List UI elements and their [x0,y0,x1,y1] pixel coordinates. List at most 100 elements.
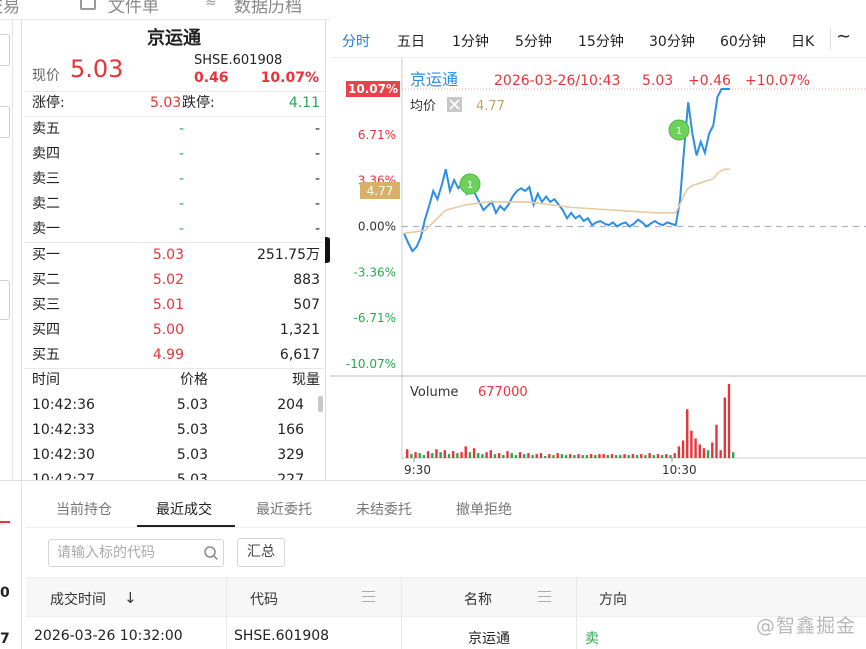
trade-name: 京运通 [468,631,510,647]
search-input[interactable] [48,539,224,567]
col-side[interactable]: 方向 [599,589,627,609]
ticks-header-vol: 现量 [292,372,320,388]
bid-price: 5.03 [152,247,184,263]
volume-bar [422,455,426,458]
bid-row[interactable]: 买二 5.02 883 [32,268,320,293]
bid-price: 5.00 [152,322,184,338]
volume-bar [652,455,655,458]
volume-bar [698,444,701,458]
left-panel-control[interactable] [0,106,10,138]
top-nav-item[interactable]: 文件单 [108,0,159,17]
tab-orders[interactable]: 最近委托 [256,499,312,519]
current-price: 5.03 [70,55,124,83]
left-panel-control[interactable] [0,280,10,320]
tab-orders[interactable]: 最近成交 [156,499,212,519]
volume-bar [552,455,555,458]
trades-table-header: 成交时间 ↓ 代码 名称 方向 [26,577,866,618]
tick-scrollbar[interactable] [318,396,323,412]
bid-label: 买三 [32,297,60,313]
ask-label: 卖五 [32,121,60,137]
search-icon[interactable] [203,545,219,561]
signal-badge-label: 1 [467,180,473,191]
ask-row[interactable]: 卖一 - - [32,217,320,242]
y-tick-label: 6.71% [358,128,396,142]
ask-label: 卖四 [32,146,60,162]
tab-period[interactable]: 30分钟 [649,31,695,51]
column-menu-icon[interactable] [538,591,551,604]
tick-price: 5.03 [176,422,208,438]
y-tick-label: 0.00% [358,220,396,234]
tick-row: 10:42:30 5.03 329 [32,443,304,468]
volume-bar [410,454,413,458]
trade-code: SHSE.601908 [234,628,330,644]
ask-volume: - [314,221,320,237]
ask-price: - [178,221,184,237]
ask-volume: - [314,196,320,212]
volume-bar [635,455,639,458]
more-indicators-icon[interactable]: ∼ [836,26,851,47]
volume-bar [715,424,718,458]
avg-label: 均价 [410,99,436,114]
bid-row[interactable]: 买四 5.00 1,321 [32,318,320,343]
ask-label: 卖三 [32,171,60,187]
volume-bar [623,454,626,458]
volume-bar [539,453,543,458]
volume-bar [560,454,564,458]
ask-row[interactable]: 卖三 - - [32,167,320,192]
intraday-chart: 10.07%6.71%3.36%0.00%-3.36%-6.71%-10.07%… [330,58,866,477]
volume-bar [564,455,568,458]
bid-row[interactable]: 买一 5.03 251.75万 [32,243,320,268]
table-row[interactable]: 2026-03-26 10:32:00 SHSE.601908 京运通 卖 [26,618,866,649]
chart-datetime: 2026-03-26/10:43 [494,73,620,89]
top-nav-item[interactable]: 数据历档 [234,0,302,17]
ask-row[interactable]: 卖五 - - [32,117,320,142]
ask-row[interactable]: 卖二 - - [32,192,320,217]
volume-bar [677,446,681,458]
tab-period[interactable]: 5分钟 [515,31,552,51]
volume-bar [535,454,538,458]
volume-label: Volume [410,385,458,400]
volume-bar [426,451,430,458]
volume-bar [594,455,597,458]
tick-row: 10:42:33 5.03 166 [32,418,304,443]
tick-price: 5.03 [176,447,208,463]
volume-bar [648,453,651,458]
tab-period[interactable]: 1分钟 [452,31,489,51]
bid-volume: 1,321 [279,322,320,338]
ask-row[interactable]: 卖四 - - [32,142,320,167]
trade-side: 卖 [585,631,599,647]
tab-period[interactable]: 15分钟 [578,31,624,51]
tab-orders[interactable]: 未结委托 [356,499,412,519]
col-code[interactable]: 代码 [250,589,278,609]
tab-orders[interactable]: 撤单拒绝 [456,499,512,519]
tab-period[interactable]: 分时 [342,31,370,51]
x-tick-label: 9:30 [404,463,431,477]
document-icon [80,0,96,10]
bid-row[interactable]: 买五 4.99 6,617 [32,343,320,368]
tab-orders[interactable]: 当前持仓 [56,499,112,519]
volume-bar [702,448,706,458]
volume-bar [447,454,451,458]
tab-period[interactable]: 五日 [397,31,425,51]
tick-volume: 329 [277,447,304,463]
column-menu-icon[interactable] [362,591,375,604]
volume-bar [497,453,501,458]
summary-button[interactable]: 汇总 [237,538,285,567]
top-nav-item[interactable]: 交易 [0,0,20,17]
sort-desc-icon[interactable]: ↓ [124,589,137,607]
col-name[interactable]: 名称 [464,589,492,609]
limit-up-value: 5.03 [150,95,182,111]
tab-period[interactable]: 60分钟 [720,31,766,51]
volume-bar [464,446,467,458]
volume-bar [631,454,635,458]
col-trade-time[interactable]: 成交时间 [50,589,106,609]
bid-price: 5.01 [152,297,184,313]
volume-bar [456,453,459,458]
bid-row[interactable]: 买三 5.01 507 [32,293,320,318]
limit-down-label: 跌停: [182,95,215,111]
tab-period[interactable]: 日K [791,31,814,51]
tick-price: 5.03 [176,472,208,480]
left-panel-control[interactable] [0,34,10,66]
active-tab-underline [137,525,235,527]
stock-code: SHSE.601908 [194,53,283,68]
